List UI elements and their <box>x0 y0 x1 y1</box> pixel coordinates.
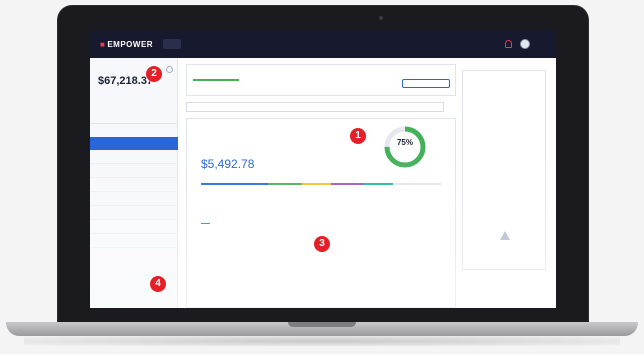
search-input[interactable] <box>186 102 444 112</box>
net-worth-value: $67,218.37 <box>98 75 154 87</box>
right-panel-row[interactable] <box>463 129 545 140</box>
bell-icon[interactable] <box>505 40 513 48</box>
right-panel <box>462 70 546 270</box>
callout-marker-1: 1 <box>350 128 366 144</box>
account-menu[interactable] <box>540 41 546 47</box>
detail-text-left <box>201 237 202 242</box>
list-item[interactable] <box>90 206 178 220</box>
logo-mark-icon: ■ <box>100 39 106 49</box>
summary-card-title <box>193 70 194 76</box>
right-panel-subtitle <box>463 169 545 183</box>
summary-card-button[interactable] <box>402 79 450 88</box>
sidebar-item-selected[interactable] <box>90 137 178 150</box>
callout-marker-3: 3 <box>314 236 330 252</box>
product-photo: ■ EMPOWER $67,218.37 $5,492.78 75% 1 2 3… <box>0 0 644 354</box>
sidebar-summary-row[interactable] <box>90 109 178 120</box>
allocation-segment <box>364 183 393 185</box>
right-panel-row[interactable] <box>463 107 545 118</box>
gear-icon[interactable] <box>166 66 173 73</box>
nav-item-dashboard[interactable] <box>163 39 182 49</box>
allocation-segment <box>268 183 302 185</box>
retirement-plan-card: $5,492.78 75% <box>186 118 456 308</box>
summary-card-subtitle <box>193 85 194 90</box>
right-panel-row[interactable] <box>463 85 545 96</box>
plan-subtitle <box>201 145 202 150</box>
nav-item-5[interactable] <box>253 41 259 47</box>
nav-item-2[interactable] <box>193 41 200 47</box>
list-item[interactable] <box>90 192 178 206</box>
right-panel-title <box>463 71 545 85</box>
list-item[interactable] <box>90 220 178 234</box>
allocation-column <box>440 189 441 202</box>
tab-4[interactable] <box>282 217 291 224</box>
top-nav: ■ EMPOWER <box>90 30 556 58</box>
nav-right-link[interactable] <box>490 41 497 47</box>
progress-ring <box>384 126 426 168</box>
list-item[interactable] <box>90 150 178 164</box>
summary-card <box>186 64 456 96</box>
list-item[interactable] <box>90 164 178 178</box>
allocation-segment <box>201 183 269 185</box>
triangle-icon <box>500 231 510 240</box>
plan-title <box>201 129 203 136</box>
allocation-bar <box>201 183 441 185</box>
right-panel-row[interactable] <box>463 96 545 107</box>
sidebar-rows <box>90 98 178 248</box>
net-worth-label <box>98 66 100 71</box>
allocation-column <box>297 189 298 202</box>
right-panel-row[interactable] <box>463 140 545 151</box>
right-panel-row[interactable] <box>463 118 545 129</box>
sidebar: $67,218.37 <box>90 58 178 308</box>
nav-item-4[interactable] <box>233 41 241 47</box>
summary-progress-bar <box>193 79 239 81</box>
tab-1[interactable] <box>201 217 210 224</box>
webcam-icon <box>379 16 383 20</box>
allocation-column <box>201 189 202 202</box>
allocation-segment <box>330 183 365 185</box>
list-item[interactable] <box>90 178 178 192</box>
plan-value: $5,492.78 <box>201 157 255 171</box>
allocation-column <box>249 189 250 202</box>
laptop-shadow <box>24 336 620 346</box>
detail-text-right <box>337 237 338 251</box>
tab-2[interactable] <box>228 217 237 224</box>
callout-marker-2: 2 <box>146 66 162 82</box>
tab-3[interactable] <box>255 217 264 224</box>
avatar[interactable] <box>520 39 531 49</box>
sidebar-summary-row[interactable] <box>90 98 178 109</box>
plan-tabs <box>201 217 291 224</box>
allocation-columns <box>201 189 441 202</box>
allocation-segment <box>392 183 441 185</box>
sidebar-tabs[interactable] <box>90 123 178 137</box>
right-panel-row[interactable] <box>463 183 545 194</box>
laptop-base-notch <box>288 322 356 327</box>
logo-text: EMPOWER <box>107 39 154 49</box>
callout-marker-4: 4 <box>150 276 166 292</box>
progress-percent: 75% <box>396 138 413 147</box>
allocation-column <box>392 189 393 202</box>
nav-item-3[interactable] <box>212 41 220 47</box>
list-item[interactable] <box>90 234 178 248</box>
app-logo[interactable]: ■ EMPOWER <box>100 40 153 49</box>
allocation-column <box>344 189 345 202</box>
allocation-segment <box>301 183 331 185</box>
